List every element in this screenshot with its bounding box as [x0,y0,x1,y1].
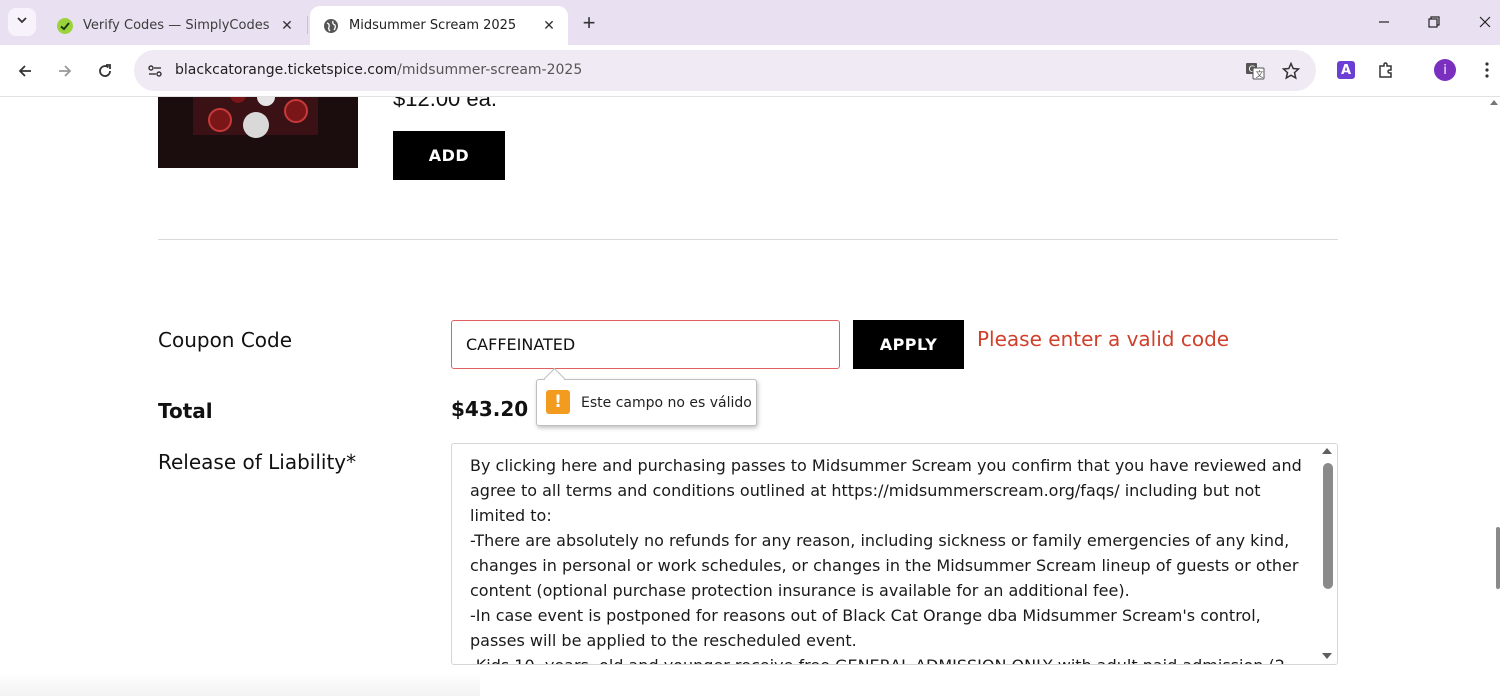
warning-icon: ! [546,390,570,414]
bookmark-star-icon[interactable] [1278,58,1304,84]
validation-tooltip-text: Este campo no es válido [581,395,752,411]
site-info-icon[interactable] [142,58,168,84]
scroll-down-arrow-icon[interactable] [1322,653,1332,659]
section-divider [158,239,1338,240]
tab-strip: Verify Codes — SimplyCodes ✕ Midsummer S… [0,0,1500,45]
tab-title: Midsummer Scream 2025 [349,18,517,33]
apply-button[interactable]: APPLY [853,320,964,369]
forward-button[interactable] [51,57,79,85]
page-content: $12.00 ea. ADD Coupon Code APPLY Please … [0,97,1500,696]
address-bar[interactable]: blackcatorange.ticketspice.com/midsummer… [134,50,1316,91]
browser-toolbar: blackcatorange.ticketspice.com/midsummer… [0,45,1500,97]
chevron-down-icon [16,13,28,31]
liability-text: By clicking here and purchasing passes t… [470,456,1302,664]
back-button[interactable] [11,57,39,85]
product-image [158,97,358,168]
new-tab-button[interactable]: + [576,10,602,36]
total-label: Total [158,399,213,423]
add-button[interactable]: ADD [393,131,505,180]
url-text: blackcatorange.ticketspice.com/midsummer… [175,62,583,78]
page-scroll-up-arrow-icon[interactable] [1490,100,1498,105]
translate-icon[interactable]: G文 [1242,58,1268,84]
release-of-liability-label: Release of Liability* [158,450,357,474]
restore-button[interactable] [1419,8,1449,36]
page-scrollbar-thumb[interactable] [1496,527,1500,589]
liability-textarea[interactable]: By clicking here and purchasing passes t… [451,443,1338,665]
minimize-button[interactable] [1369,8,1399,36]
tab-search-button[interactable] [8,8,36,36]
required-mark: * [346,450,357,474]
coupon-code-label: Coupon Code [158,328,293,352]
extension-a-icon[interactable]: A [1333,57,1359,83]
svg-text:文: 文 [1256,69,1264,79]
textarea-scrollbar[interactable] [1319,444,1337,664]
product-price: $12.00 ea. [393,97,497,111]
reload-button[interactable] [91,57,119,85]
scroll-up-arrow-icon[interactable] [1322,448,1332,454]
globe-icon [322,17,340,35]
more-menu-icon[interactable] [1474,57,1500,83]
coupon-code-input[interactable] [451,320,840,369]
scrollbar-thumb[interactable] [1323,463,1333,589]
validation-tooltip: ! Este campo no es válido [536,379,757,426]
total-value: $43.20 [451,397,529,421]
tab-midsummer-scream[interactable]: Midsummer Scream 2025 ✕ [310,6,568,45]
simplycodes-logo-icon [56,17,74,35]
extensions-puzzle-icon[interactable] [1373,57,1399,83]
tab-title: Verify Codes — SimplyCodes [83,18,270,33]
close-window-button[interactable] [1470,8,1500,36]
coupon-error-message: Please enter a valid code [977,327,1230,351]
bottom-overlay [0,672,480,696]
close-icon[interactable]: ✕ [276,15,298,37]
tab-simplycodes[interactable]: Verify Codes — SimplyCodes ✕ [44,6,306,45]
close-icon[interactable]: ✕ [538,15,560,37]
profile-avatar[interactable]: i [1432,57,1458,83]
tab-separator [307,16,308,34]
